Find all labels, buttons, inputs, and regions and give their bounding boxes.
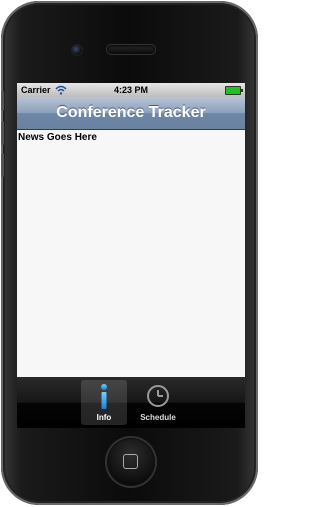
home-button[interactable] xyxy=(107,438,155,486)
info-icon xyxy=(101,384,107,409)
volume-up-button xyxy=(1,121,4,145)
device-frame: Carrier 4:23 PM Conference Tracker News … xyxy=(1,1,258,505)
status-time: 4:23 PM xyxy=(113,85,148,95)
tab-bar: Info Schedule xyxy=(17,377,245,428)
earpiece-speaker xyxy=(107,45,155,54)
volume-down-button xyxy=(1,153,4,177)
navigation-bar: Conference Tracker xyxy=(17,97,245,130)
clock-icon xyxy=(147,385,169,407)
front-camera xyxy=(72,45,82,55)
tab-info-label: Info xyxy=(96,413,112,422)
page-title: Conference Tracker xyxy=(56,104,206,121)
tab-info[interactable]: Info xyxy=(81,380,127,425)
news-text: News Goes Here xyxy=(18,132,97,143)
tab-schedule[interactable]: Schedule xyxy=(135,380,181,425)
tab-schedule-label: Schedule xyxy=(140,413,176,422)
battery-icon xyxy=(225,86,243,95)
screen: Carrier 4:23 PM Conference Tracker News … xyxy=(17,83,245,428)
home-square-icon xyxy=(123,454,138,469)
side-button xyxy=(1,91,4,111)
content-area: News Goes Here xyxy=(17,130,245,377)
status-bar: Carrier 4:23 PM xyxy=(17,83,245,97)
